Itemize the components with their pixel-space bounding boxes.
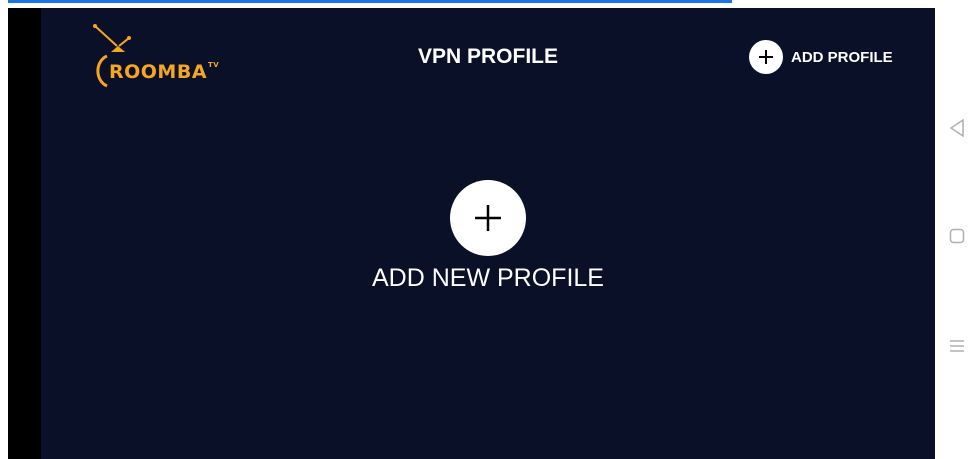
add-new-profile-button[interactable]: ADD NEW PROFILE [41, 180, 935, 293]
plus-icon[interactable] [450, 180, 526, 256]
back-triangle-icon[interactable] [947, 118, 967, 138]
plus-icon[interactable] [749, 40, 783, 74]
android-nav-bar [935, 8, 979, 459]
home-square-icon[interactable] [947, 226, 967, 246]
left-bezel [8, 8, 41, 459]
app-window: ROOMBATV VPN PROFILE ADD PROFILE ADD NEW… [41, 8, 935, 459]
screen: ROOMBATV VPN PROFILE ADD PROFILE ADD NEW… [0, 0, 979, 459]
menu-lines-icon[interactable] [947, 336, 967, 356]
add-profile-label: ADD PROFILE [791, 48, 893, 66]
top-progress-strip [8, 0, 732, 3]
add-new-profile-label: ADD NEW PROFILE [372, 264, 604, 292]
add-profile-button[interactable]: ADD PROFILE [749, 39, 893, 75]
